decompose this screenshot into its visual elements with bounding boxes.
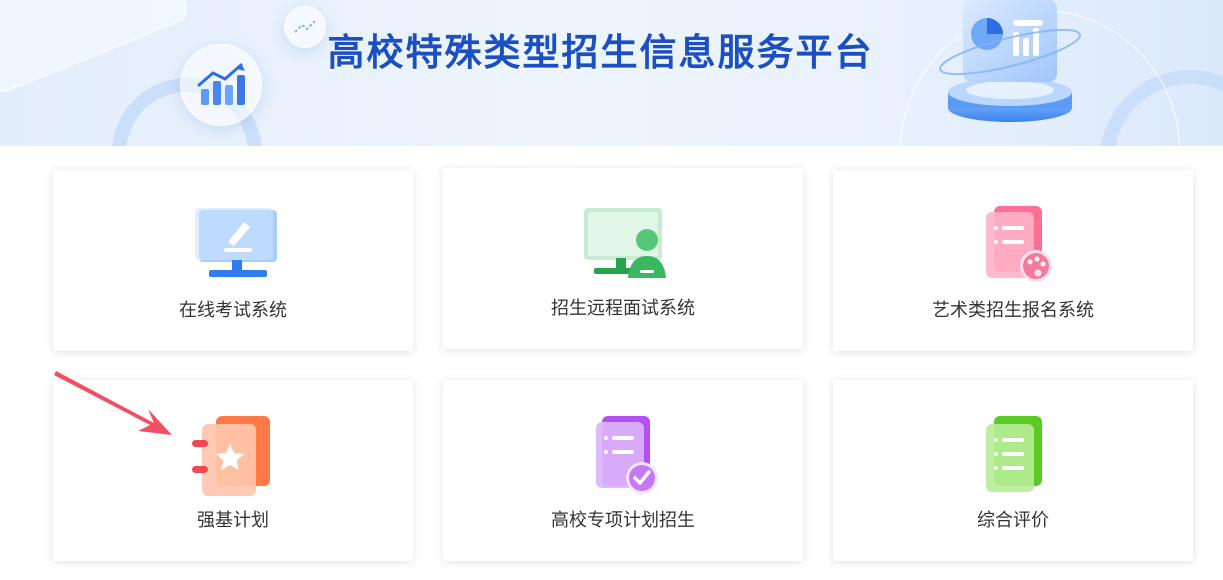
comprehensive-evaluation-card[interactable]: 综合评价 <box>833 380 1193 561</box>
card-label: 高校专项计划招生 <box>551 510 695 531</box>
art-enrollment-system-card[interactable]: 艺术类招生报名系统 <box>833 170 1193 351</box>
monitor-pen-icon <box>195 208 277 277</box>
pointer-arrow-icon <box>54 371 172 435</box>
document-palette-icon <box>986 206 1052 282</box>
monitor-person-icon <box>584 208 666 278</box>
notebook-star-icon <box>192 416 270 496</box>
document-list-icon <box>986 416 1042 492</box>
card-label: 艺术类招生报名系统 <box>932 300 1094 321</box>
card-label: 招生远程面试系统 <box>551 298 695 319</box>
card-label: 强基计划 <box>197 510 269 531</box>
document-check-icon <box>596 416 658 494</box>
remote-interview-system-card[interactable]: 招生远程面试系统 <box>443 168 803 349</box>
special-plan-enrollment-card[interactable]: 高校专项计划招生 <box>443 380 803 561</box>
card-label: 综合评价 <box>977 510 1049 531</box>
card-label: 在线考试系统 <box>179 300 287 321</box>
header-banner: 高校特殊类型招生信息服务平台 <box>0 0 1223 146</box>
data-pedestal-illustration <box>939 0 1081 122</box>
online-exam-system-card[interactable]: 在线考试系统 <box>53 170 413 351</box>
